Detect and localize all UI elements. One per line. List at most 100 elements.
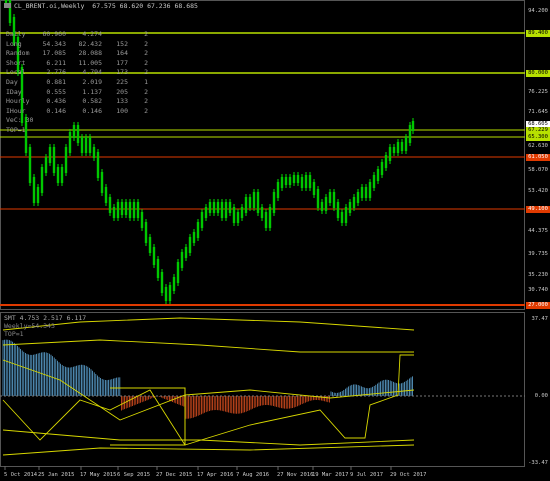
indicator-band-line xyxy=(2,444,415,456)
price-tag: 67.229 xyxy=(526,126,550,134)
stats-cell-v1: 0.146 xyxy=(46,106,66,115)
time-tick-label: 27 Nov 2016 xyxy=(277,472,314,478)
candle-body xyxy=(396,142,400,153)
candle-body xyxy=(400,142,404,151)
candle-body xyxy=(320,202,324,211)
stats-row: Day 0.881 2.019 225 1 xyxy=(6,78,148,88)
candle-body xyxy=(380,162,384,175)
candle-body xyxy=(348,202,352,213)
candle-body xyxy=(372,175,376,188)
candle-body xyxy=(411,121,415,131)
candle-body xyxy=(332,192,336,208)
price-tick-label: 58.070 xyxy=(528,167,548,173)
candle-body xyxy=(56,167,60,183)
candle-body xyxy=(144,222,148,243)
candle-body xyxy=(344,207,348,223)
candle-body xyxy=(80,137,84,153)
candle-body xyxy=(384,155,388,168)
price-tag: 89.400 xyxy=(526,29,550,37)
candle-body xyxy=(148,237,152,253)
candle-body xyxy=(260,207,264,218)
stats-cell-v4: 2 xyxy=(144,58,148,67)
stats-row: Random 17.085 28.088 164 2 xyxy=(6,49,148,59)
stats-cell-name: IHour xyxy=(6,106,26,115)
stats-cell-v3: 152 xyxy=(116,39,128,48)
candle-body xyxy=(52,147,56,173)
stats-cell-v4: 2 xyxy=(144,30,148,38)
candle-body xyxy=(140,212,144,228)
chart-menu-icon[interactable] xyxy=(4,3,11,8)
stats-cell-name: Long xyxy=(6,39,22,48)
chart-header: CL_BRENT.oi,Weekly 67.575 68.620 67.236 … xyxy=(4,2,198,10)
candle-body xyxy=(220,202,224,218)
symbol-label: CL_BRENT.oi,Weekly xyxy=(14,2,85,10)
stats-cell-v1: 2.776 xyxy=(46,68,66,77)
indicator-sub1: Weekly=54.343 xyxy=(4,322,55,330)
candle-body xyxy=(292,175,296,183)
stats-cell-name: Random xyxy=(6,49,30,58)
stats-cell-v4: 2 xyxy=(144,97,148,106)
candle-body xyxy=(100,172,104,193)
candle-body xyxy=(200,212,204,228)
candle-body xyxy=(356,192,360,203)
candle-body xyxy=(36,187,40,203)
stats-note2: TOP=1 xyxy=(6,125,26,134)
time-tick-label: 29 Oct 2017 xyxy=(390,472,427,478)
indicator-band-line xyxy=(2,354,414,446)
stats-cell-name: Daily xyxy=(6,30,26,38)
price-tick-label: 76.225 xyxy=(528,89,548,95)
time-tick-label: 27 Dec 2015 xyxy=(156,472,193,478)
candle-body xyxy=(244,197,248,213)
price-tag: 61.050 xyxy=(526,153,550,161)
candle-body xyxy=(300,177,304,188)
time-tick-label: 9 Jul 2017 xyxy=(350,472,384,478)
stats-cell-v2: 28.088 xyxy=(78,49,102,58)
stats-cell-name: Hourly xyxy=(6,97,30,106)
stats-cell-v4: 2 xyxy=(144,68,148,77)
candle-body xyxy=(312,182,316,195)
stats-table: Daily 60.960 4.274 2 Long 54.343 82.432 152 2 Ran… xyxy=(6,30,148,136)
stats-cell-v1: 6.211 xyxy=(46,58,66,67)
stats-cell-v3: 205 xyxy=(116,87,128,96)
stats-cell-v4: 2 xyxy=(144,49,148,58)
indicator-tick-label: -33.47 xyxy=(528,460,548,466)
price-tick-label: 35.230 xyxy=(528,272,548,278)
candle-body xyxy=(272,192,276,213)
candle-body xyxy=(296,175,300,183)
candle-body xyxy=(276,182,280,198)
candle-body xyxy=(404,137,408,151)
candle-body xyxy=(180,252,184,268)
price-tick-label: 53.420 xyxy=(528,188,548,194)
candle-body xyxy=(108,197,112,213)
stats-cell-v1: 17.085 xyxy=(42,49,66,58)
stats-cell-v1: 0.436 xyxy=(46,97,66,106)
price-tick-label: 30.740 xyxy=(528,287,548,293)
price-tag: 65.300 xyxy=(526,133,550,141)
candle-body xyxy=(88,137,92,153)
indicator-tick-label: 37.47 xyxy=(531,316,548,322)
candle-body xyxy=(64,147,68,173)
indicator-band-line xyxy=(2,359,415,421)
candle-body xyxy=(152,247,156,265)
stats-cell-v1: 0.881 xyxy=(46,77,66,86)
candle-body xyxy=(232,207,236,223)
candle-body xyxy=(104,187,108,203)
candle-body xyxy=(388,147,392,161)
candle-body xyxy=(340,212,344,223)
time-tick-label: 6 Sep 2015 xyxy=(117,472,151,478)
stats-cell-v2: 4.274 xyxy=(82,30,102,38)
candle-body xyxy=(40,167,44,193)
stats-row: IHour 0.146 0.146 100 2 xyxy=(6,107,148,117)
ohlc-values: 67.575 68.620 67.236 68.685 xyxy=(92,2,198,10)
stats-cell-v2: 82.432 xyxy=(78,39,102,48)
price-tick-label: 39.735 xyxy=(528,251,548,257)
candle-body xyxy=(216,202,220,213)
stats-cell-v1: 60.960 xyxy=(42,30,66,38)
candle-body xyxy=(44,157,48,173)
stats-cell-name: Short xyxy=(6,58,26,67)
candle-body xyxy=(368,182,372,198)
candle-body xyxy=(252,192,256,208)
stats-cell-v3: 225 xyxy=(116,77,128,86)
stats-row: Short 6.211 11.005 177 2 xyxy=(6,59,148,69)
stats-cell-v2: 4.794 xyxy=(82,68,102,77)
